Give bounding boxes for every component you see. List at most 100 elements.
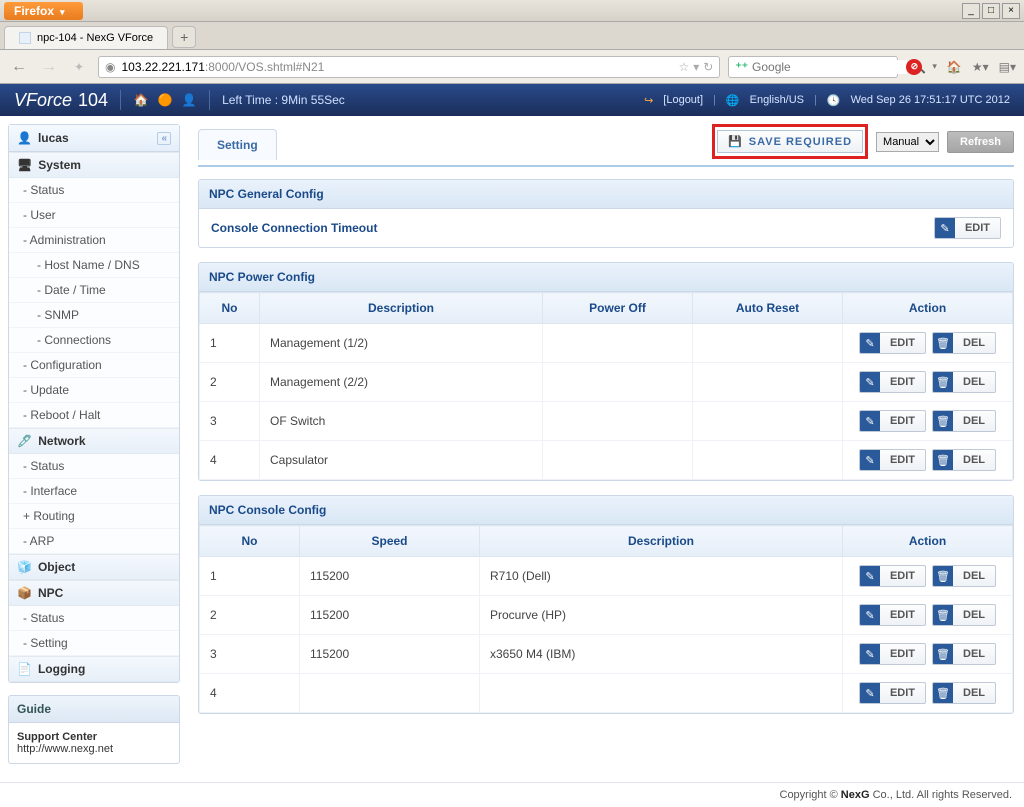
- url-bar[interactable]: ◉ 103.22.221.171:8000/VOS.shtml#N21 ☆ ▾ …: [98, 56, 720, 78]
- browser-tab-active[interactable]: npc-104 - NexG VForce: [4, 26, 168, 49]
- sidebar-section-npc[interactable]: 📦 NPC: [9, 580, 179, 606]
- sidebar-item-configuration[interactable]: - Configuration: [9, 353, 179, 378]
- row-edit-button[interactable]: ✎EDIT: [859, 449, 926, 471]
- bookmarks-icon[interactable]: ★▾: [972, 60, 989, 74]
- vforce-banner: VForce 104 🏠 🟠 👤 Left Time : 9Min 55Sec …: [0, 84, 1024, 116]
- google-icon: ⁺⁺: [735, 60, 748, 74]
- sidebar-section-network[interactable]: 🖊 Network: [9, 428, 179, 454]
- sidebar-item-routing[interactable]: + Routing: [9, 504, 179, 529]
- power-table: No Description Power Off Auto Reset Acti…: [199, 292, 1013, 480]
- search-input[interactable]: [752, 60, 907, 74]
- th-poweroff: Power Off: [543, 293, 693, 324]
- row-edit-button[interactable]: ✎EDIT: [859, 682, 926, 704]
- row-del-button[interactable]: 🗑DEL: [932, 604, 996, 626]
- bookmark-star-icon[interactable]: ☆: [679, 60, 690, 74]
- sidebar-item-arp[interactable]: - ARP: [9, 529, 179, 554]
- th-cdesc: Description: [480, 526, 843, 557]
- firefox-tab-strip: npc-104 - NexG VForce +: [0, 22, 1024, 50]
- window-minimize-button[interactable]: _: [962, 3, 980, 19]
- sidebar-item-npc-setting[interactable]: - Setting: [9, 631, 179, 656]
- row-del-button[interactable]: 🗑DEL: [932, 682, 996, 704]
- dropdown-icon[interactable]: ▾: [693, 60, 699, 74]
- sidebar-section-system[interactable]: 🖥 System: [9, 152, 179, 178]
- logout-link[interactable]: [Logout]: [663, 94, 703, 106]
- table-row: 1115200R710 (Dell)✎EDIT🗑DEL: [200, 557, 1013, 596]
- row-edit-button[interactable]: ✎EDIT: [859, 643, 926, 665]
- sidebar-item-status[interactable]: - Status: [9, 178, 179, 203]
- sidebar-user-header[interactable]: 👤 lucas «: [9, 125, 179, 152]
- general-edit-button[interactable]: ✎ EDIT: [934, 217, 1001, 239]
- dropdown-arrow-icon[interactable]: ▾: [932, 61, 937, 72]
- sidebar-item-administration[interactable]: - Administration: [9, 228, 179, 253]
- panel-general-title: NPC General Config: [199, 180, 1013, 209]
- alert-nav-icon[interactable]: 🟠: [157, 92, 173, 108]
- window-restore-button[interactable]: □: [982, 3, 1000, 19]
- collapse-sidebar-button[interactable]: «: [157, 132, 171, 145]
- user-icon: 👤: [17, 131, 32, 145]
- row-del-button[interactable]: 🗑DEL: [932, 449, 996, 471]
- tab-setting[interactable]: Setting: [198, 129, 277, 160]
- support-url[interactable]: http://www.nexg.net: [17, 743, 113, 755]
- save-required-button[interactable]: 💾 SAVE REQUIRED: [717, 130, 863, 153]
- row-del-button[interactable]: 🗑DEL: [932, 565, 996, 587]
- back-button[interactable]: ←: [8, 56, 30, 78]
- pencil-icon: ✎: [935, 218, 955, 238]
- sidebar: 👤 lucas « 🖥 System - Status - User - Adm…: [0, 116, 188, 782]
- url-path: :8000/VOS.shtml#N21: [205, 60, 324, 74]
- sidebar-sub-connections[interactable]: - Connections: [9, 328, 179, 353]
- trash-icon: 🗑: [933, 372, 953, 392]
- adblock-icon[interactable]: ⊘: [906, 59, 922, 75]
- trash-icon: 🗑: [933, 450, 953, 470]
- sidebar-item-reboot[interactable]: - Reboot / Halt: [9, 403, 179, 428]
- sidebar-item-update[interactable]: - Update: [9, 378, 179, 403]
- user-nav-icon[interactable]: 👤: [181, 92, 197, 108]
- sidebar-sub-datetime[interactable]: - Date / Time: [9, 278, 179, 303]
- new-tab-button[interactable]: +: [172, 26, 196, 48]
- row-edit-button[interactable]: ✎EDIT: [859, 565, 926, 587]
- reload-button[interactable]: ↻: [703, 60, 713, 74]
- row-edit-button[interactable]: ✎EDIT: [859, 410, 926, 432]
- sidebar-item-user[interactable]: - User: [9, 203, 179, 228]
- sidebar-item-interface[interactable]: - Interface: [9, 479, 179, 504]
- pencil-icon: ✎: [860, 333, 880, 353]
- firefox-menu-button[interactable]: Firefox: [4, 2, 83, 20]
- panel-console-title: NPC Console Config: [199, 496, 1013, 525]
- th-autoreset: Auto Reset: [693, 293, 843, 324]
- sidebar-section-object[interactable]: 🧊 Object: [9, 554, 179, 580]
- row-edit-button[interactable]: ✎EDIT: [859, 332, 926, 354]
- th-caction: Action: [843, 526, 1013, 557]
- row-del-button[interactable]: 🗑DEL: [932, 410, 996, 432]
- table-row: 3115200x3650 M4 (IBM)✎EDIT🗑DEL: [200, 635, 1013, 674]
- window-close-button[interactable]: ×: [1002, 3, 1020, 19]
- home-nav-icon[interactable]: 🏠: [133, 92, 149, 108]
- forward-button[interactable]: →: [38, 56, 60, 78]
- sidebar-sub-snmp[interactable]: - SNMP: [9, 303, 179, 328]
- sidebar-guide: Guide Support Center http://www.nexg.net: [8, 695, 180, 764]
- th-action: Action: [843, 293, 1013, 324]
- sidebar-item-net-status[interactable]: - Status: [9, 454, 179, 479]
- save-icon: 💾: [728, 135, 743, 148]
- pencil-icon: ✎: [860, 450, 880, 470]
- sidebar-item-npc-status[interactable]: - Status: [9, 606, 179, 631]
- sidebar-sub-hostname[interactable]: - Host Name / DNS: [9, 253, 179, 278]
- home-icon[interactable]: 🏠: [947, 60, 962, 74]
- left-time: Left Time : 9Min 55Sec: [222, 93, 345, 107]
- tab-title: npc-104 - NexG VForce: [37, 32, 153, 44]
- firefox-nav-bar: ← → ✦ ◉ 103.22.221.171:8000/VOS.shtml#N2…: [0, 50, 1024, 84]
- refresh-mode-select[interactable]: Manual: [876, 132, 939, 152]
- dev-button[interactable]: ✦: [68, 56, 90, 78]
- menu-list-icon[interactable]: ▤▾: [999, 60, 1016, 74]
- globe-icon: ◉: [105, 60, 115, 74]
- npc-icon: 📦: [17, 586, 32, 600]
- sidebar-section-logging[interactable]: 📄 Logging: [9, 656, 179, 682]
- row-del-button[interactable]: 🗑DEL: [932, 643, 996, 665]
- trash-icon: 🗑: [933, 566, 953, 586]
- row-edit-button[interactable]: ✎EDIT: [859, 371, 926, 393]
- language-switch[interactable]: English/US: [750, 94, 804, 106]
- refresh-button[interactable]: Refresh: [947, 131, 1014, 153]
- row-del-button[interactable]: 🗑DEL: [932, 371, 996, 393]
- row-del-button[interactable]: 🗑DEL: [932, 332, 996, 354]
- row-edit-button[interactable]: ✎EDIT: [859, 604, 926, 626]
- footer: Copyright © NexG Co., Ltd. All rights Re…: [0, 782, 1024, 807]
- search-box[interactable]: ⁺⁺ 🔍: [728, 56, 898, 78]
